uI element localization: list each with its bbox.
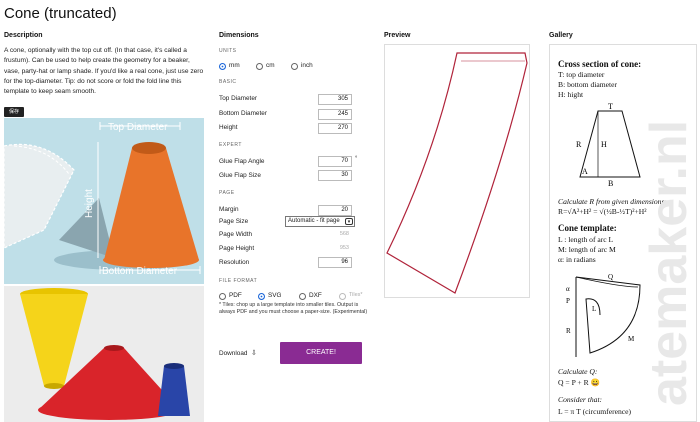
bottom-diameter-label: Bottom Diameter <box>219 110 267 117</box>
resolution-input[interactable]: 96 <box>318 257 352 268</box>
glue-flap-angle-input[interactable]: 70 <box>318 156 352 167</box>
cones-photo-svg <box>4 286 204 422</box>
height-input[interactable]: 270 <box>318 123 352 134</box>
diag2-m: M <box>628 335 635 343</box>
glue-flap-size-label: Glue Flap Size <box>219 172 261 179</box>
glue-flap-size-input[interactable]: 30 <box>318 170 352 181</box>
description-text: A cone, optionally with the top cut off.… <box>4 47 204 96</box>
format-dxf-radio[interactable] <box>299 293 306 300</box>
template-legend-m: M: length of arc M <box>558 245 616 254</box>
cross-section-svg: T R H A B <box>576 102 641 188</box>
page-title: Cone (truncated) <box>4 5 117 22</box>
template-svg: α P Q L R M <box>566 273 641 357</box>
cross-section-title: Cross section of cone: <box>558 59 642 69</box>
height-field-label: Height <box>219 124 238 131</box>
page-width-value: 568 <box>339 231 349 237</box>
cones-photo <box>4 286 204 422</box>
format-dxf-label: DXF <box>309 292 322 299</box>
page-height-value: 953 <box>339 245 349 251</box>
preview-panel <box>384 44 530 298</box>
unit-inch-radio[interactable] <box>291 63 298 70</box>
unit-cm-label: cm <box>266 62 275 69</box>
page-height-label: Page Height <box>219 245 255 252</box>
template-preview-svg <box>386 52 528 294</box>
units-caption: UNITS <box>219 48 237 54</box>
create-button[interactable]: CREATE! <box>280 342 362 364</box>
template-legend-alpha: α: in radians <box>558 255 596 264</box>
format-tiles-radio[interactable] <box>339 293 346 300</box>
template-legend-l: L : length of arc L <box>558 235 614 244</box>
calc-q-text: Calculate Q: <box>558 367 598 376</box>
format-svg-radio[interactable] <box>258 293 265 300</box>
diag-h: H <box>601 140 607 149</box>
save-image-button[interactable]: 保存 <box>4 107 24 117</box>
degree-unit: ° <box>355 156 358 162</box>
template-diagram: α P Q L R M <box>560 267 650 357</box>
gallery-heading: Gallery <box>549 32 573 39</box>
template-title: Cone template: <box>558 223 617 233</box>
diag2-alpha: α <box>566 285 570 293</box>
formula-l: L = π T (circumference) <box>558 407 632 416</box>
unit-mm-radio[interactable] <box>219 63 226 70</box>
format-svg-label: SVG <box>268 292 282 299</box>
page-size-value: Automatic - fit page <box>288 218 340 224</box>
formula-q: Q = P + R 😀 <box>558 378 601 387</box>
unit-cm-radio[interactable] <box>256 63 263 70</box>
calc-r-text: Calculate R from given dimensions: <box>558 197 667 206</box>
dimensions-heading: Dimensions <box>219 32 259 39</box>
page-width-label: Page Width <box>219 231 253 238</box>
top-diameter-input[interactable]: 305 <box>318 94 352 105</box>
gallery-panel: Cross section of cone: T: top diameter B… <box>549 44 697 422</box>
formula-r: R=√A²+H² = √(½B-½T)²+H² <box>558 207 647 216</box>
cone-illustration-svg: Top Diameter Height Bottom Diameter <box>3 118 204 284</box>
download-icon: ⇩ <box>251 350 257 357</box>
download-label: Download <box>219 350 248 357</box>
format-pdf-label: PDF <box>229 292 242 299</box>
legend-t: T: top diameter <box>558 70 605 79</box>
format-tiles-label: Tiles* <box>349 292 363 298</box>
consider-text: Consider that: <box>558 395 603 404</box>
cone-illustration: Top Diameter Height Bottom Diameter <box>3 118 204 284</box>
diag2-p: P <box>566 297 570 305</box>
bottom-diameter-label: Bottom Diameter <box>102 266 178 277</box>
top-diameter-label: Top Diameter <box>108 122 168 133</box>
page-size-select[interactable]: Automatic - fit page ▾ <box>285 216 355 227</box>
top-diameter-label: Top Diameter <box>219 95 258 102</box>
glue-flap-angle-label: Glue Flap Angle <box>219 158 265 165</box>
bottom-diameter-input[interactable]: 245 <box>318 109 352 120</box>
format-pdf-radio[interactable] <box>219 293 226 300</box>
legend-b: B: bottom diameter <box>558 80 618 89</box>
expert-caption: EXPERT <box>219 142 242 148</box>
preview-heading: Preview <box>384 32 411 39</box>
page-size-label: Page Size <box>219 218 249 225</box>
tiles-note: * Tiles: chop up a large template into s… <box>219 302 368 316</box>
legend-h: H: hight <box>558 90 584 99</box>
page-caption: PAGE <box>219 190 235 196</box>
margin-input[interactable]: 20 <box>318 205 352 216</box>
chevron-down-icon: ▾ <box>345 218 353 225</box>
cross-section-diagram: T R H A B <box>570 101 650 188</box>
description-heading: Description <box>4 32 43 39</box>
margin-label: Margin <box>219 206 239 213</box>
diag2-q: Q <box>608 273 613 281</box>
file-format-caption: FILE FORMAT <box>219 278 258 284</box>
diag2-l: L <box>592 305 596 313</box>
unit-mm-label: mm <box>229 62 240 69</box>
unit-inch-label: inch <box>301 62 313 69</box>
diag-t: T <box>608 102 613 111</box>
diag2-r: R <box>566 327 571 335</box>
diag-a: A <box>582 167 588 176</box>
height-label: Height <box>84 189 95 218</box>
resolution-label: Resolution <box>219 259 250 266</box>
diag-r: R <box>576 140 582 149</box>
basic-caption: BASIC <box>219 79 237 85</box>
diag-b: B <box>608 179 613 187</box>
